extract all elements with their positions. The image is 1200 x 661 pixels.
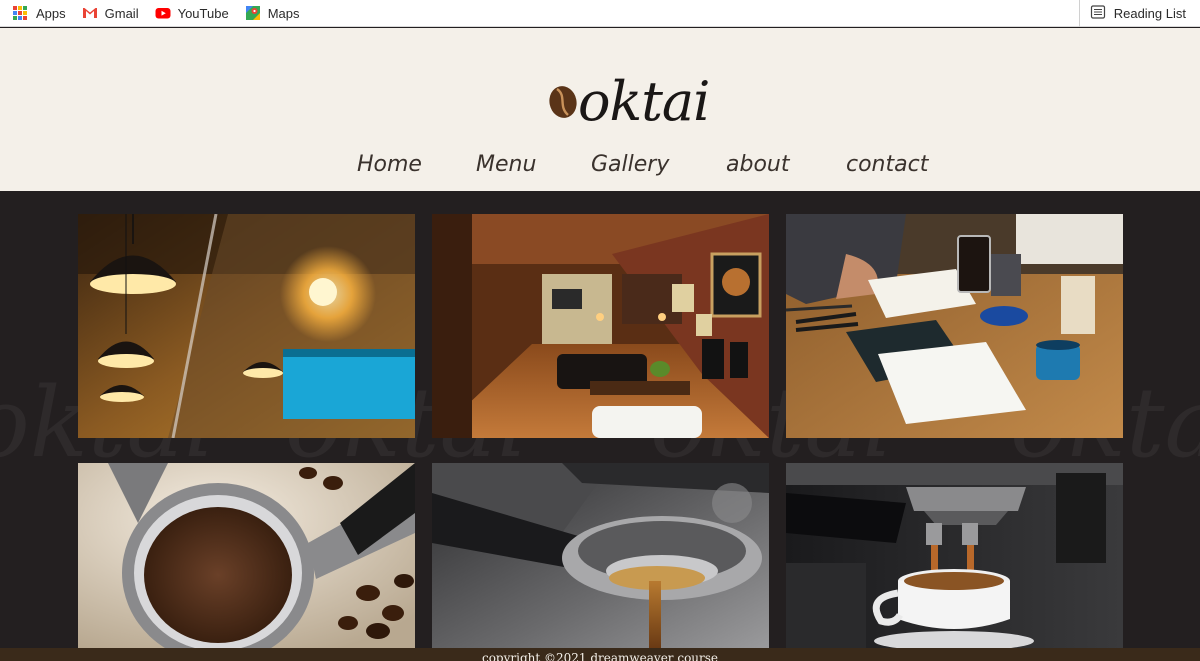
copyright-text: copyright ©2021 dreamweaver course xyxy=(481,651,719,661)
nav-menu[interactable]: Menu xyxy=(476,152,536,177)
nav-contact[interactable]: contact xyxy=(846,152,928,177)
bookmark-label: Maps xyxy=(267,5,300,21)
gallery-section: oktai oktai oktai oktai xyxy=(0,191,1200,648)
main-nav: Home Menu Gallery about contact xyxy=(0,152,1200,184)
gallery-photo-espresso-cup[interactable] xyxy=(786,463,1123,648)
youtube-icon xyxy=(155,5,171,21)
bookmarks-bar: Apps Gmail YouTube Maps Reading List xyxy=(0,0,1200,27)
bookmark-label: YouTube xyxy=(177,5,229,21)
gallery-photo-sketching[interactable] xyxy=(786,214,1123,438)
bookmark-label: Gmail xyxy=(104,5,139,21)
nav-gallery[interactable]: Gallery xyxy=(591,152,669,177)
reading-list-label: Reading List xyxy=(1113,5,1186,21)
nav-about[interactable]: about xyxy=(726,152,789,177)
bookmark-youtube[interactable]: YouTube xyxy=(147,0,237,27)
gallery-photo-interior[interactable] xyxy=(432,214,769,438)
apps-grid-icon xyxy=(13,5,29,21)
maps-icon xyxy=(245,5,261,21)
gmail-icon xyxy=(82,5,98,21)
bookmark-apps[interactable]: Apps xyxy=(0,0,74,27)
gallery-photo-ground-coffee[interactable] xyxy=(78,463,415,648)
gallery-photo-lamps[interactable] xyxy=(78,214,415,438)
site-header: oktai Home Menu Gallery about contact xyxy=(0,28,1200,191)
logo-text: oktai xyxy=(578,70,710,133)
reading-list-icon xyxy=(1090,4,1106,23)
bookmark-label: Apps xyxy=(36,5,66,21)
bookmark-maps[interactable]: Maps xyxy=(237,0,308,27)
site-logo[interactable]: oktai xyxy=(548,70,710,134)
nav-home[interactable]: Home xyxy=(357,152,422,177)
reading-list-button[interactable]: Reading List xyxy=(1078,0,1200,27)
site-footer: copyright ©2021 dreamweaver course xyxy=(0,648,1200,661)
coffee-bean-icon xyxy=(549,86,577,118)
bookmark-gmail[interactable]: Gmail xyxy=(74,0,147,27)
gallery-photo-espresso-pour[interactable] xyxy=(432,463,769,648)
